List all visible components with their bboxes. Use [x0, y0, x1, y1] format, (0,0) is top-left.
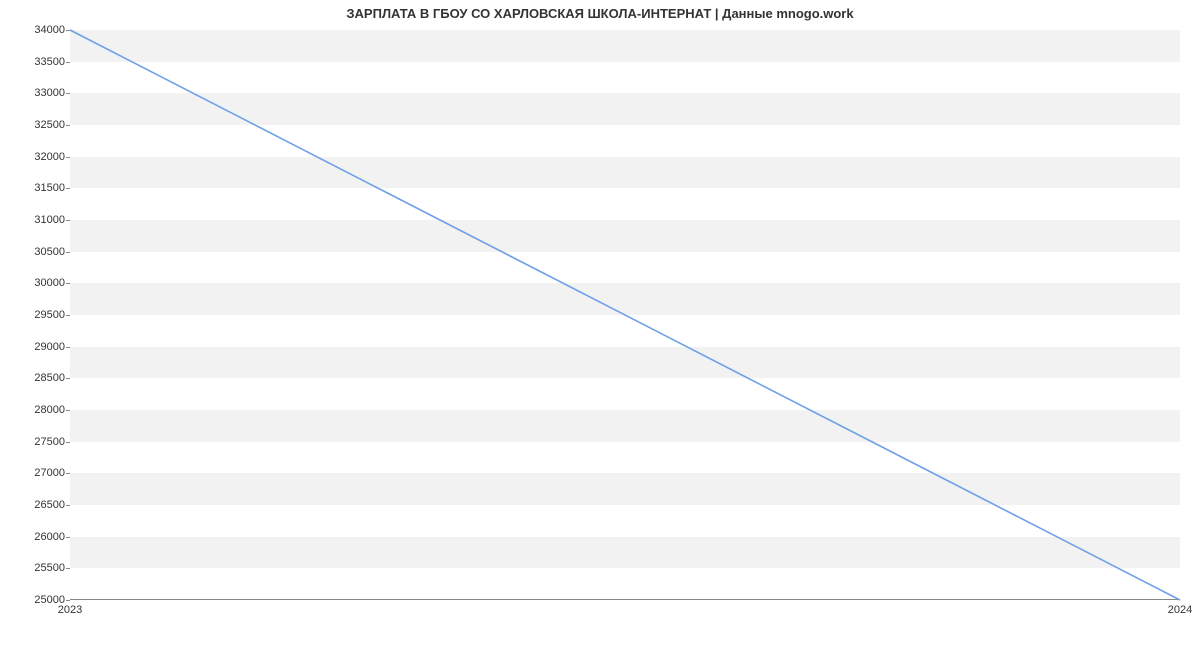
y-tick-mark [66, 93, 70, 94]
y-tick-mark [66, 600, 70, 601]
y-tick-mark [66, 410, 70, 411]
y-tick-label: 33500 [5, 56, 65, 68]
plot-area [70, 30, 1180, 600]
y-tick-mark [66, 442, 70, 443]
y-tick-label: 28000 [5, 404, 65, 416]
line-series-layer [70, 30, 1180, 600]
y-tick-mark [66, 568, 70, 569]
y-tick-mark [66, 188, 70, 189]
y-tick-label: 33000 [5, 87, 65, 99]
y-tick-label: 25000 [5, 594, 65, 606]
y-tick-label: 29000 [5, 341, 65, 353]
y-tick-label: 30000 [5, 277, 65, 289]
y-tick-label: 26000 [5, 531, 65, 543]
x-tick-label: 2023 [58, 604, 82, 616]
y-tick-mark [66, 252, 70, 253]
y-tick-mark [66, 283, 70, 284]
y-tick-label: 31000 [5, 214, 65, 226]
y-tick-mark [66, 220, 70, 221]
y-tick-mark [66, 157, 70, 158]
y-tick-label: 32500 [5, 119, 65, 131]
y-tick-mark [66, 473, 70, 474]
x-tick-label: 2024 [1168, 604, 1192, 616]
y-tick-label: 26500 [5, 499, 65, 511]
y-tick-label: 27500 [5, 436, 65, 448]
chart: ЗАРПЛАТА В ГБОУ СО ХАРЛОВСКАЯ ШКОЛА-ИНТЕ… [0, 0, 1200, 650]
y-tick-mark [66, 537, 70, 538]
y-tick-mark [66, 30, 70, 31]
data-line [70, 30, 1180, 600]
y-tick-label: 25500 [5, 562, 65, 574]
y-tick-label: 29500 [5, 309, 65, 321]
y-tick-label: 28500 [5, 372, 65, 384]
y-tick-label: 30500 [5, 246, 65, 258]
y-tick-mark [66, 125, 70, 126]
y-tick-label: 31500 [5, 182, 65, 194]
y-tick-label: 27000 [5, 467, 65, 479]
y-tick-mark [66, 378, 70, 379]
y-tick-mark [66, 62, 70, 63]
y-tick-mark [66, 347, 70, 348]
y-tick-label: 32000 [5, 151, 65, 163]
y-tick-label: 34000 [5, 24, 65, 36]
y-tick-mark [66, 315, 70, 316]
y-tick-mark [66, 505, 70, 506]
chart-title: ЗАРПЛАТА В ГБОУ СО ХАРЛОВСКАЯ ШКОЛА-ИНТЕ… [0, 6, 1200, 21]
